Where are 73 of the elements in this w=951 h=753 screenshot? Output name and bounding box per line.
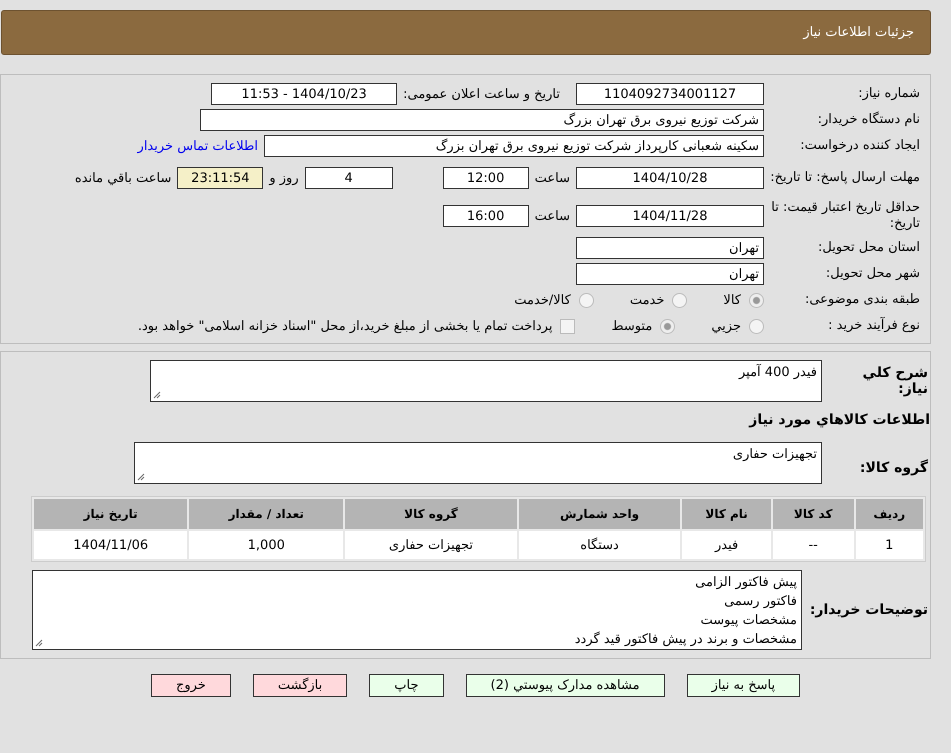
text-field[interactable]: تهران (576, 263, 764, 285)
action-button[interactable]: پاسخ به نیاز (686, 674, 800, 697)
field-label: ساعت باقي مانده (74, 170, 172, 186)
radio-button[interactable] (749, 318, 764, 334)
text-field[interactable]: 1104092734001127 (576, 83, 764, 105)
column-header: تعداد / مقدار (189, 499, 344, 529)
table-cell: تجهیزات حفاری (345, 531, 517, 559)
field-label: مهلت ارسال پاسخ: تا تاریخ: (770, 170, 920, 186)
field-label: طبقه بندی موضوعی: (804, 292, 920, 308)
buyer-notes-field[interactable]: پیش فاکتور الزامی فاکتور رسمی مشخصات پیوست مشخصات و برند در پیش فاکتور قید گردد (32, 570, 802, 650)
radio-button[interactable] (749, 292, 764, 308)
text-field[interactable]: شرکت توزیع نیروی برق تهران بزرگ (200, 109, 764, 131)
field-label: نام دستگاه خریدار: (816, 112, 920, 128)
action-button[interactable]: خروج (150, 674, 231, 697)
goods-group-field[interactable]: تجهیزات حفاری (134, 442, 822, 484)
checkbox[interactable] (560, 318, 576, 334)
note-line: فاکتور رسمی (724, 593, 797, 611)
note-line: پیش فاکتور الزامی (695, 574, 797, 592)
radio-button[interactable] (660, 318, 676, 334)
date-field[interactable]: 1404/10/28 (576, 167, 764, 189)
column-header: تاریخ نیاز (34, 499, 188, 529)
field-label: توضیحات خریدار: (808, 602, 929, 618)
description-field[interactable]: فیدر 400 آمپر (150, 360, 822, 402)
table-cell: -- (772, 531, 854, 559)
page-title: جزئیات اطلاعات نیاز (803, 25, 914, 40)
field-label: نوع فرآیند خرید : (827, 318, 920, 334)
date-field[interactable]: 1404/11/28 (576, 205, 764, 227)
note-line: مشخصات و برند در پیش فاکتور قید گردد (574, 630, 797, 649)
field-label: ساعت (534, 208, 570, 224)
column-header: رديف (856, 499, 923, 529)
table-cell: دستگاه (518, 531, 680, 559)
radio-button[interactable] (672, 292, 688, 308)
field-label: شماره نیاز: (857, 86, 920, 102)
column-header: نام کالا (682, 499, 771, 529)
resize-grip-icon[interactable] (137, 473, 145, 481)
option-label: جزيي (711, 318, 741, 334)
resize-grip-icon[interactable] (35, 639, 43, 647)
option-label: پرداخت تمام یا بخشی از مبلغ خرید،از محل "اسناد خزانه اسلامی" خواهد بود. (138, 318, 552, 334)
field-label: ایجاد کننده درخواست: (799, 138, 920, 154)
table-cell: 1 (856, 531, 923, 559)
column-header: گروه کالا (345, 499, 517, 529)
remaining-time-field: 23:11:54 (177, 167, 264, 189)
note-line: مشخصات پیوست (700, 612, 797, 630)
option-label: کالا/خدمت (514, 292, 571, 308)
field-label: حداقل تاریخ اعتبار قیمت: تا تاریخ: (770, 200, 920, 232)
column-header: کد کالا (772, 499, 854, 529)
option-label: خدمت (630, 292, 664, 308)
time-field[interactable]: 16:00 (442, 205, 529, 227)
option-label: کالا (723, 292, 741, 308)
days-field[interactable]: 4 (304, 167, 393, 189)
radio-button[interactable] (578, 292, 594, 308)
table-cell: فیدر (682, 531, 771, 559)
column-header: واحد شمارش (518, 499, 680, 529)
text-field[interactable]: تهران (576, 237, 764, 259)
text-field[interactable]: سکینه شعبانی کارپرداز شرکت توزیع نیروی برق تهران بزرگ (264, 135, 764, 157)
field-label: گروه کالا: (858, 460, 929, 476)
field-label: ساعت (534, 170, 570, 186)
action-button[interactable]: مشاهده مدارک پیوستي (2) (466, 674, 665, 697)
action-button[interactable]: بازگشت (252, 674, 348, 697)
field-label: روز و (269, 170, 299, 186)
table-cell: 1,000 (189, 531, 344, 559)
action-button[interactable]: چاپ (369, 674, 444, 697)
section-title: اطلاعات کالاهاي مورد نياز (748, 412, 930, 428)
text-field[interactable]: 1404/10/23 - 11:53 (211, 83, 398, 105)
field-label: شهر محل تحویل: (824, 266, 920, 282)
field-label: تاریخ و ساعت اعلان عمومی: (403, 86, 560, 102)
time-field[interactable]: 12:00 (442, 167, 529, 189)
field-label: شرح کلي نياز: (862, 365, 929, 397)
option-label: متوسط (611, 318, 652, 334)
field-label: استان محل تحویل: (817, 240, 920, 256)
buyer-contact-link[interactable]: اطلاعات تماس خریدار (138, 138, 258, 154)
table-cell: 1404/11/06 (34, 531, 188, 559)
resize-grip-icon[interactable] (153, 391, 161, 399)
